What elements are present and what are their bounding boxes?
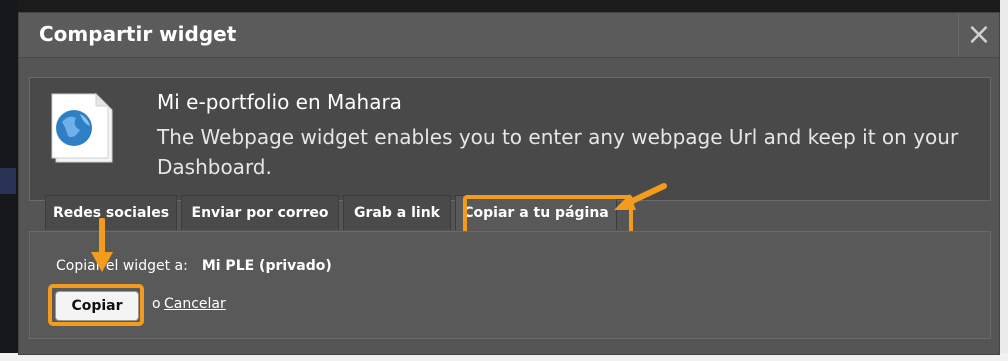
background-right-strip	[1000, 0, 1008, 361]
tab-arrow-icon	[614, 183, 667, 210]
widget-title: Mi e-portfolio en Mahara	[157, 90, 402, 114]
copy-target-value[interactable]: Mi PLE (privado)	[202, 258, 332, 274]
webpage-globe-icon	[51, 92, 113, 163]
share-widget-dialog: Compartir widget × Mi e-portfolio en Mah…	[18, 12, 1000, 355]
dialog-titlebar: Compartir widget ×	[19, 13, 999, 58]
copy-button-highlight	[48, 284, 144, 326]
copy-panel: Copiar el widget a: Mi PLE (privado) Copi…	[29, 231, 991, 339]
tab-enviar-por-correo[interactable]: Enviar por correo	[181, 195, 339, 230]
copy-target-label: Copiar el widget a:	[56, 258, 188, 274]
or-text: o	[152, 296, 161, 312]
widget-description: The Webpage widget enables you to enter …	[157, 125, 959, 179]
background-blue-block	[0, 168, 16, 194]
tab-grab-a-link[interactable]: Grab a link	[343, 195, 451, 230]
cancel-link[interactable]: Cancelar	[164, 296, 226, 312]
close-icon[interactable]: ×	[958, 13, 999, 57]
button-arrow-icon	[91, 218, 113, 272]
widget-info-box: Mi e-portfolio en Mahara The Webpage wid…	[29, 77, 991, 201]
dialog-title: Compartir widget	[39, 22, 237, 46]
background-left-strip	[0, 0, 18, 361]
